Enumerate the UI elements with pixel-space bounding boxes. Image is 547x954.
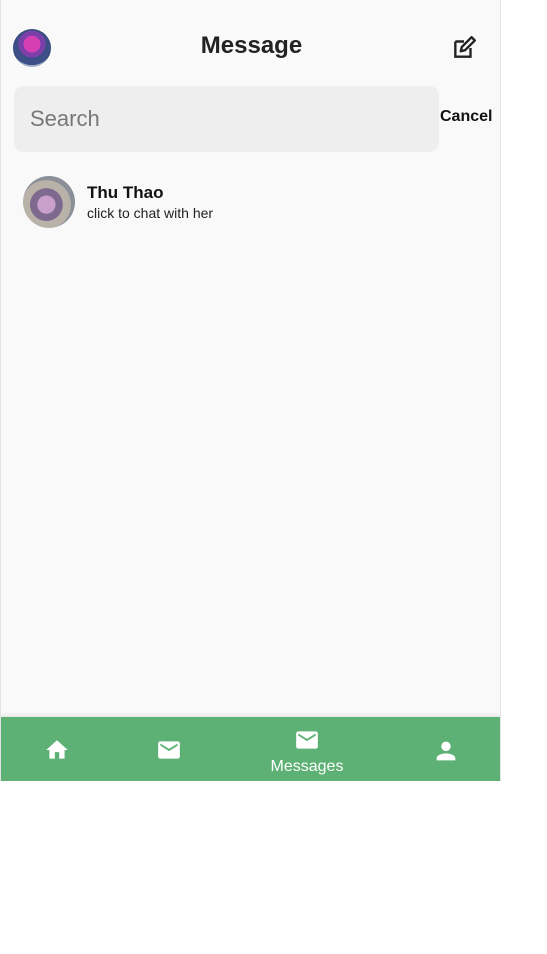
search-input[interactable] — [14, 86, 439, 152]
contact-name: Thu Thao — [87, 183, 164, 202]
mail-icon — [158, 741, 180, 759]
header: Message — [1, 24, 500, 74]
app-screen: Message Cancel Thu Thao click to chat wi… — [0, 0, 501, 781]
avatar — [23, 176, 75, 228]
home-icon — [46, 740, 68, 759]
page-title: Message — [200, 32, 303, 59]
bottom-tab-bar: Messages — [1, 717, 500, 781]
person-icon — [436, 741, 456, 761]
conversation-item[interactable]: Thu Thao click to chat with her — [23, 176, 483, 228]
tab-label: Messages — [270, 758, 344, 775]
tab-profile[interactable] — [421, 717, 473, 781]
tab-mail[interactable] — [141, 717, 197, 781]
conversation-subtitle: click to chat with her — [87, 205, 214, 221]
tab-home[interactable] — [31, 717, 83, 781]
search-bar: Cancel — [14, 86, 494, 152]
edit-icon[interactable] — [451, 35, 477, 61]
mail-icon — [296, 731, 318, 749]
cancel-button[interactable]: Cancel — [440, 108, 492, 126]
tab-messages[interactable]: Messages — [259, 717, 355, 781]
